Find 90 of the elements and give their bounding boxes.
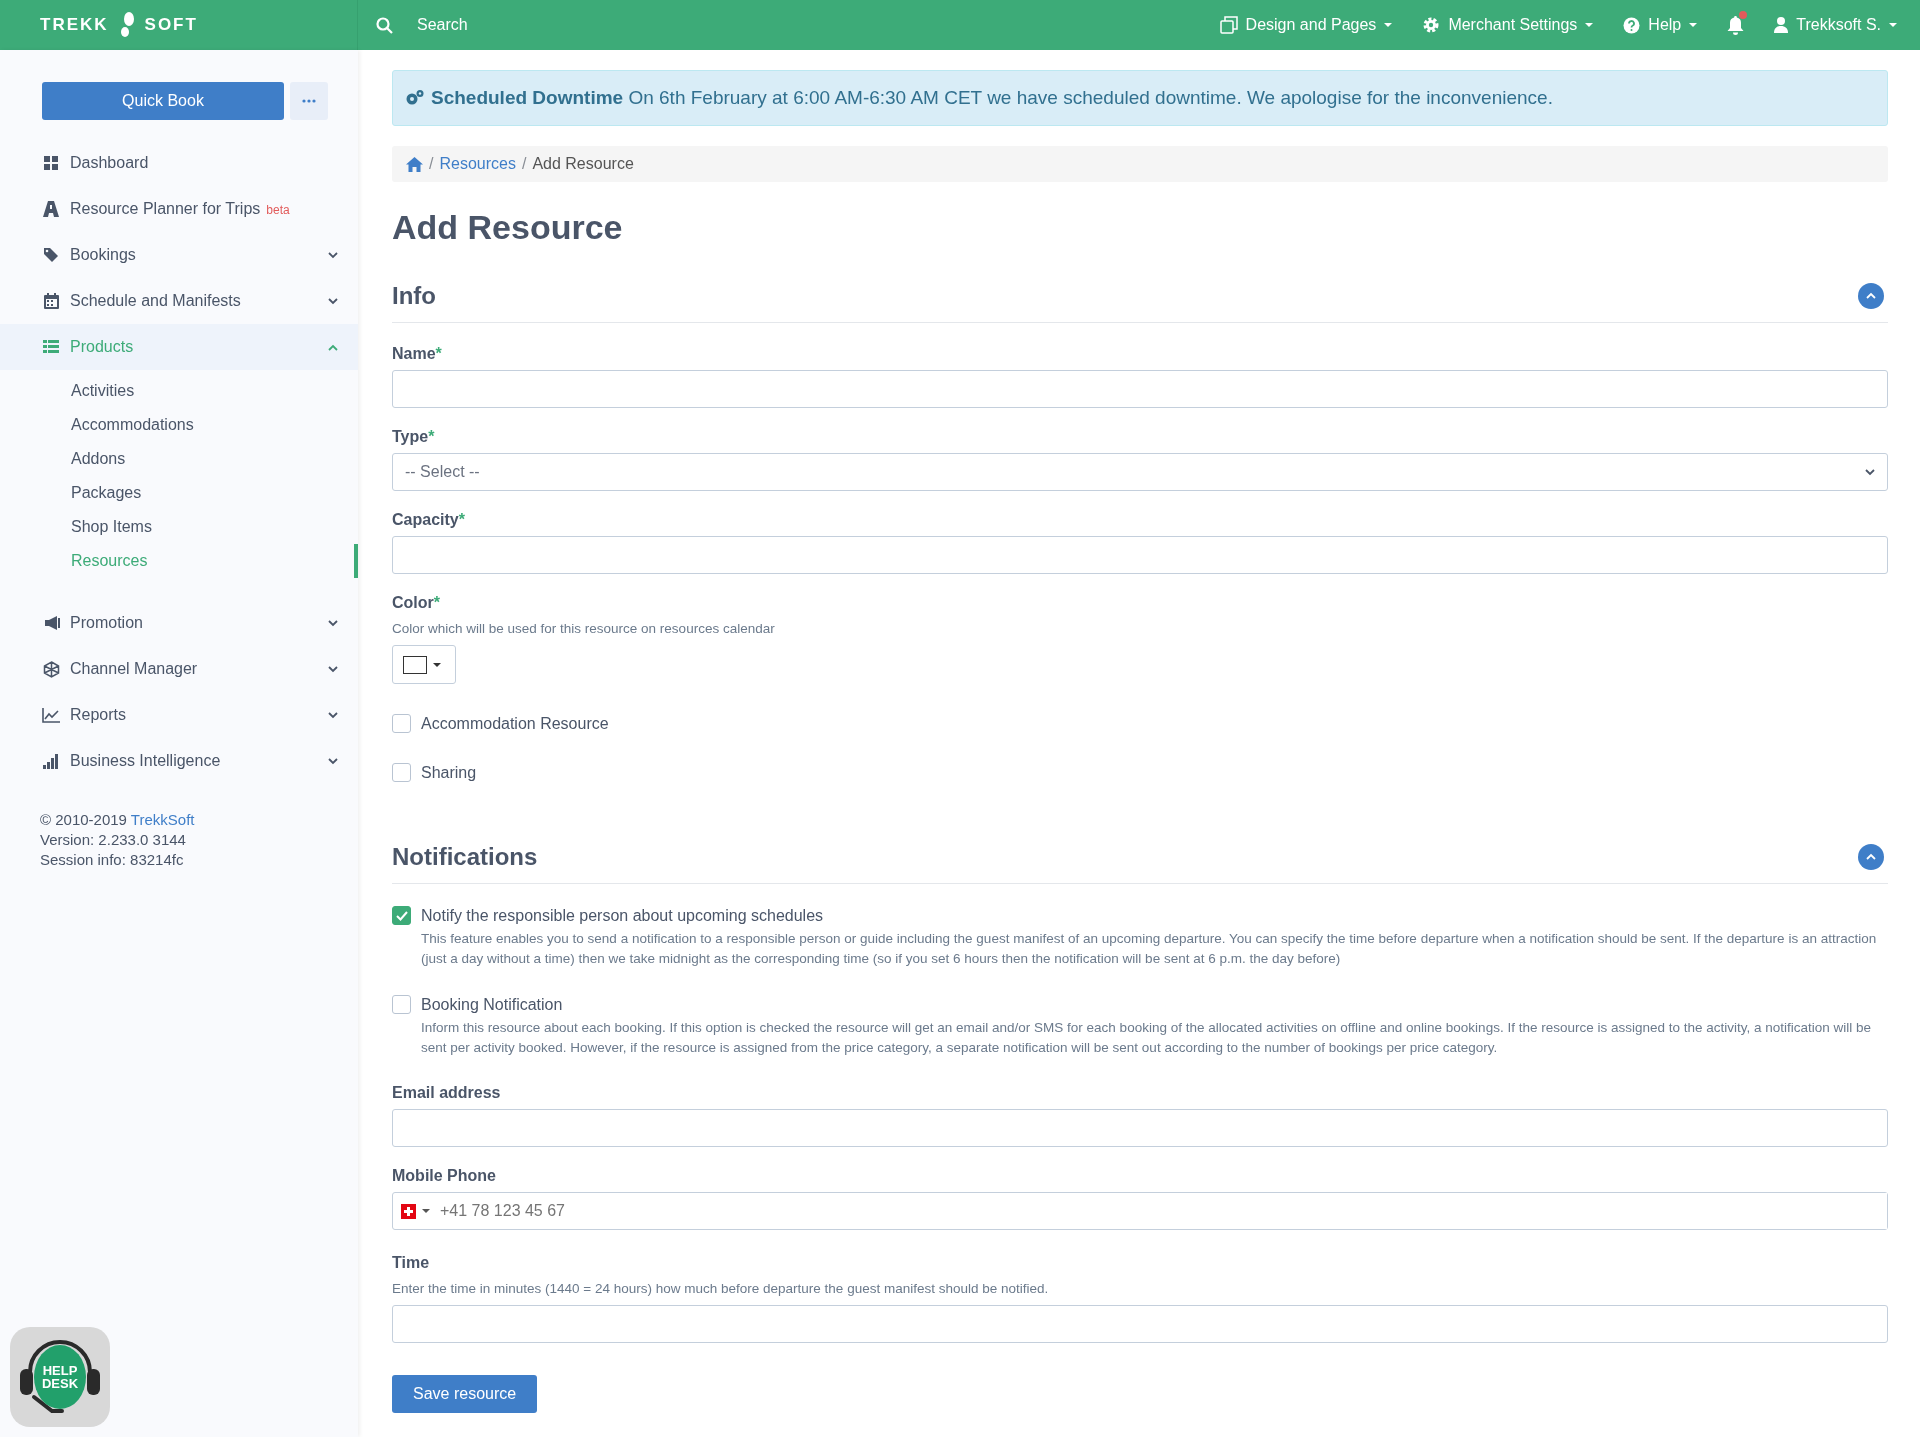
sidebar-subitem[interactable]: Activities	[0, 374, 358, 408]
road-icon	[43, 201, 59, 217]
bell-icon	[1727, 15, 1745, 35]
checkbox[interactable]	[392, 995, 411, 1014]
tag-icon	[43, 247, 59, 263]
bar-chart-icon	[43, 753, 59, 769]
megaphone-icon	[42, 616, 60, 630]
copyright-text: © 2010-2019 TrekkSoft	[40, 810, 196, 830]
field-label: Type*	[392, 428, 436, 446]
input-field[interactable]	[392, 370, 1888, 408]
quick-book-button[interactable]: Quick Book	[42, 82, 284, 120]
collapse-button[interactable]	[1858, 843, 1884, 870]
grid-icon	[44, 156, 58, 170]
caret-icon	[433, 662, 441, 667]
color-picker[interactable]	[392, 645, 456, 684]
line-chart-icon	[42, 707, 60, 723]
chevron-up-icon	[328, 343, 338, 351]
logo-text: SOFT	[144, 15, 198, 35]
alert-text: Scheduled Downtime On 6th February at 6:00 AM-6:30 AM CET we have scheduled downtime. We apologise for the inconvenience.	[431, 87, 1553, 109]
breadcrumb-current: Add Resource	[532, 155, 634, 173]
home-icon[interactable]	[406, 156, 423, 172]
checkbox-label[interactable]: Booking Notification	[392, 995, 1888, 1014]
user-icon	[1774, 17, 1789, 33]
copy-icon	[1219, 16, 1238, 34]
sidebar-item[interactable]: Dashboard	[0, 140, 358, 186]
field-label: Capacity*	[392, 511, 466, 529]
help-icon	[1623, 16, 1641, 34]
save-button[interactable]: Save resource	[392, 1375, 538, 1413]
gears-icon	[405, 89, 425, 107]
field-label: Email address	[392, 1084, 502, 1102]
page-title: Add Resource	[392, 208, 624, 247]
sidebar-item[interactable]: Promotion	[0, 600, 358, 646]
chevron-down-icon	[328, 711, 338, 719]
checkbox-label[interactable]: Accommodation Resource	[392, 714, 1888, 733]
input-field[interactable]	[392, 536, 1888, 574]
checkbox[interactable]	[392, 714, 411, 733]
input-field[interactable]	[392, 1305, 1888, 1343]
checkbox-label[interactable]: Notify the responsible person about upcoming schedules	[392, 906, 1888, 925]
type-select[interactable]: -- Select --	[392, 453, 1888, 491]
section-title: Info	[392, 281, 436, 310]
chevron-down-icon	[328, 619, 338, 627]
sidebar-item[interactable]: Reports	[0, 692, 358, 738]
calendar-icon	[43, 293, 59, 309]
session-text: Session info: 83214fc	[40, 850, 185, 870]
version-text: Version: 2.233.0 3144	[40, 830, 187, 850]
field-hint: Color which will be used for this resource on resources calendar	[392, 621, 776, 636]
section-title: Notifications	[392, 842, 538, 871]
shoe-print-icon	[118, 12, 135, 38]
chevron-down-icon	[328, 297, 338, 305]
checkbox-description: Inform this resource about each booking. If this option is checked the resource will get an email and/or SMS for each booking of the allocated activities on offline and online bookings. If the resource is assigned to the activity, a notification will be sent per activity booked. However, if the resource is assigned from the price category, a separate notification will be sent out according to the number of bookings per price category.	[421, 1019, 1873, 1057]
trekksoft-link[interactable]: TrekkSoft	[130, 811, 195, 828]
sidebar-subitem[interactable]: Shop Items	[0, 510, 358, 544]
phone-field[interactable]: +41 78 123 45 67	[392, 1192, 1888, 1230]
network-icon	[42, 660, 60, 678]
checkbox-label[interactable]: Sharing	[392, 763, 1888, 782]
breadcrumb-link[interactable]: Resources	[439, 155, 516, 173]
checkbox[interactable]	[392, 763, 411, 782]
logo-text: TREKK	[40, 15, 109, 35]
chevron-down-icon	[328, 665, 338, 673]
field-hint: Enter the time in minutes (1440 = 24 hours) how much before departure the guest manifest should be notified.	[392, 1281, 1050, 1296]
field-label: Mobile Phone	[392, 1167, 497, 1185]
chevron-up-icon	[1866, 292, 1876, 299]
sidebar-item[interactable]: Channel Manager	[0, 646, 358, 692]
search-field[interactable]: Search	[415, 15, 715, 35]
chevron-down-icon	[328, 757, 338, 765]
search-icon	[376, 16, 393, 34]
more-icon	[302, 99, 316, 103]
checkbox-description: This feature enables you to send a notification to a responsible person or guide including the guest manifest of an upcoming departure. You can specify the time before departure when a notification should be sent. If the departure is an attraction (just a day without a time) then we take midnight as the corresponding time (so if you set 6 hours then the notification will be sent at 6 p.m. the day before)	[421, 930, 1878, 968]
sidebar-subitem[interactable]: Packages	[0, 476, 358, 510]
chevron-up-icon	[1866, 853, 1876, 860]
field-label: Time	[392, 1254, 431, 1272]
sidebar-item[interactable]: Bookings	[0, 232, 358, 278]
sidebar-subitem[interactable]: Addons	[0, 442, 358, 476]
swiss-flag-icon	[401, 1203, 416, 1219]
checkbox[interactable]	[392, 906, 411, 925]
sidebar-subitem[interactable]: Accommodations	[0, 408, 358, 442]
collapse-button[interactable]	[1858, 282, 1884, 309]
more-button[interactable]	[290, 82, 328, 120]
settings-icon	[1422, 16, 1441, 34]
list-icon	[43, 340, 59, 354]
sidebar-item[interactable]: Business Intelligence	[0, 738, 358, 784]
field-label: Name*	[392, 345, 443, 363]
breadcrumb-separator: /	[429, 155, 434, 173]
check-icon	[395, 910, 408, 921]
input-field[interactable]	[392, 1109, 1888, 1147]
field-label: Color*	[392, 594, 441, 612]
chevron-down-icon	[1865, 468, 1875, 476]
breadcrumb-separator: /	[521, 155, 527, 173]
chevron-down-icon	[328, 251, 338, 259]
sidebar-item[interactable]: Schedule and Manifests	[0, 278, 358, 324]
